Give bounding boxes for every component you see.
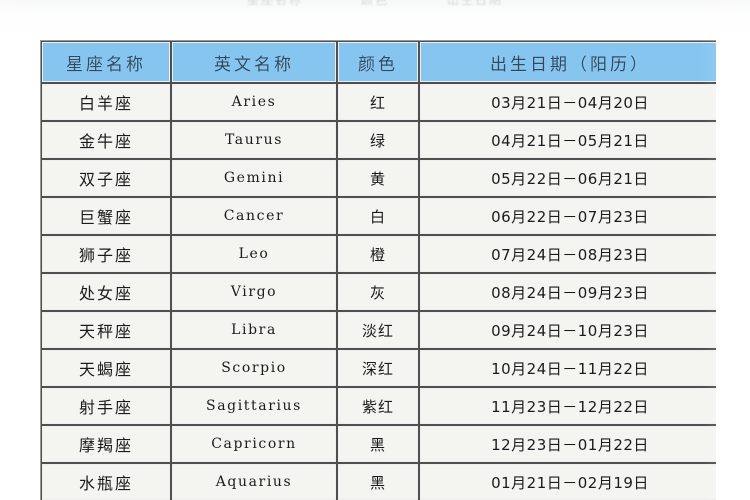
cell-eng: Libra [171, 311, 337, 349]
cell-name: 水瓶座 [41, 463, 171, 500]
cell-color: 黑 [337, 463, 419, 500]
cell-eng: Virgo [171, 273, 337, 311]
cell-eng: Aries [171, 83, 337, 121]
cell-date: 10月24日－11月22日 [419, 349, 716, 387]
table-body: 白羊座 Aries 红 03月21日－04月20日 金牛座 Taurus 绿 04月21日－0… [41, 83, 716, 500]
cell-name: 狮子座 [41, 235, 171, 273]
table-row: 天蝎座 Scorpio 深红 10月24日－11月22日 [41, 349, 716, 387]
cell-eng: Leo [171, 235, 337, 273]
cell-date: 01月21日－02月19日 [419, 463, 716, 500]
cell-name: 射手座 [41, 387, 171, 425]
table-row: 水瓶座 Aquarius 黑 01月21日－02月19日 [41, 463, 716, 500]
cell-name: 天秤座 [41, 311, 171, 349]
cell-eng: Gemini [171, 159, 337, 197]
cell-eng: Sagittarius [171, 387, 337, 425]
cell-eng: Aquarius [171, 463, 337, 500]
table-row: 狮子座 Leo 橙 07月24日－08月23日 [41, 235, 716, 273]
table-row: 天秤座 Libra 淡红 09月24日－10月23日 [41, 311, 716, 349]
faded-cropped-header-text: 星座名称 颜色 出生日期 [0, 0, 750, 7]
cell-color: 深红 [337, 349, 419, 387]
table-header: 星座名称 英文名称 颜色 出生日期（阳历） [41, 41, 716, 83]
cell-name: 处女座 [41, 273, 171, 311]
table-row: 巨蟹座 Cancer 白 06月22日－07月23日 [41, 197, 716, 235]
cell-name: 天蝎座 [41, 349, 171, 387]
ghost-text-fragment: 星座名称 [246, 0, 303, 7]
cell-name: 摩羯座 [41, 425, 171, 463]
cell-eng: Capricorn [171, 425, 337, 463]
cell-color: 淡红 [337, 311, 419, 349]
cell-color: 橙 [337, 235, 419, 273]
cell-name: 金牛座 [41, 121, 171, 159]
cell-date: 04月21日－05月21日 [419, 121, 716, 159]
cell-color: 紫红 [337, 387, 419, 425]
cell-date: 08月24日－09月23日 [419, 273, 716, 311]
column-header-english-name: 英文名称 [171, 41, 337, 83]
cell-eng: Cancer [171, 197, 337, 235]
cell-color: 黄 [337, 159, 419, 197]
ghost-text-fragment: 颜色 [360, 0, 389, 7]
cell-date: 09月24日－10月23日 [419, 311, 716, 349]
cell-date: 11月23日－12月22日 [419, 387, 716, 425]
cell-eng: Scorpio [171, 349, 337, 387]
cell-date: 05月22日－06月21日 [419, 159, 716, 197]
cell-date: 06月22日－07月23日 [419, 197, 716, 235]
table-row: 双子座 Gemini 黄 05月22日－06月21日 [41, 159, 716, 197]
header-row: 星座名称 英文名称 颜色 出生日期（阳历） [41, 41, 716, 83]
cell-date: 07月24日－08月23日 [419, 235, 716, 273]
cell-color: 黑 [337, 425, 419, 463]
column-header-color: 颜色 [337, 41, 419, 83]
cell-name: 白羊座 [41, 83, 171, 121]
zodiac-table: 星座名称 英文名称 颜色 出生日期（阳历） 白羊座 Aries 红 03月21日－04… [40, 40, 716, 500]
table-row: 摩羯座 Capricorn 黑 12月23日－01月22日 [41, 425, 716, 463]
column-header-birth-date: 出生日期（阳历） [419, 41, 716, 83]
ghost-text-fragment: 出生日期 [447, 0, 504, 7]
table-row: 金牛座 Taurus 绿 04月21日－05月21日 [41, 121, 716, 159]
cell-color: 白 [337, 197, 419, 235]
zodiac-table-container: 星座名称 英文名称 颜色 出生日期（阳历） 白羊座 Aries 红 03月21日－04… [40, 40, 716, 500]
cell-name: 巨蟹座 [41, 197, 171, 235]
cell-color: 红 [337, 83, 419, 121]
cell-color: 灰 [337, 273, 419, 311]
column-header-zodiac-name: 星座名称 [41, 41, 171, 83]
cell-eng: Taurus [171, 121, 337, 159]
cell-color: 绿 [337, 121, 419, 159]
table-row: 白羊座 Aries 红 03月21日－04月20日 [41, 83, 716, 121]
cell-date: 12月23日－01月22日 [419, 425, 716, 463]
cell-date: 03月21日－04月20日 [419, 83, 716, 121]
page-root: 星座名称 颜色 出生日期 星座名称 英文名称 颜色 出生日期（阳历） 白羊座 Arie… [0, 0, 750, 500]
table-row: 射手座 Sagittarius 紫红 11月23日－12月22日 [41, 387, 716, 425]
table-row: 处女座 Virgo 灰 08月24日－09月23日 [41, 273, 716, 311]
cell-name: 双子座 [41, 159, 171, 197]
